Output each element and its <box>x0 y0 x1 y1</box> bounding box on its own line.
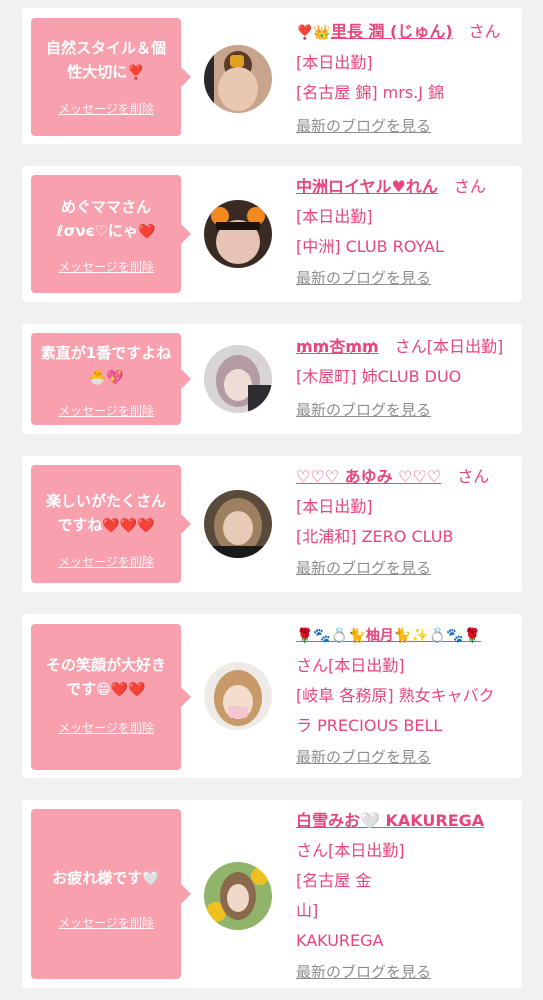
latest-blog-link[interactable]: 最新のブログを見る <box>296 958 512 986</box>
shop-text: [名古屋 金山] KAKUREGA <box>296 871 384 950</box>
avatar[interactable] <box>204 490 272 558</box>
avatar[interactable] <box>204 200 272 268</box>
latest-blog-link[interactable]: 最新のブログを見る <box>296 112 512 140</box>
message-text: お疲れ様です <box>52 869 143 887</box>
san-suffix: さん <box>453 177 486 196</box>
message-bubble: 楽しいがたくさんですね❤️❤️❤️ メッセージを削除 <box>31 465 191 583</box>
message-bubble: その笑顔が大好きです😁❤️❤️ メッセージを削除 <box>31 624 191 770</box>
profile-name-link[interactable]: ₥₥杏₥₥ <box>296 337 379 356</box>
latest-blog-link[interactable]: 最新のブログを見る <box>296 264 512 292</box>
message-card: 素直が1番ですよね 🐣💖 メッセージを削除 ₥₥杏₥₥ さん[本日出勤] [木屋町… <box>22 324 522 434</box>
status-text: [本日出勤] <box>296 53 373 72</box>
san-suffix: さん <box>296 841 329 860</box>
profile-info: ₥₥杏₥₥ さん[本日出勤] [木屋町] 姉CLUB DUO 最新のブログを見る <box>296 332 512 424</box>
status-text: [本日出勤] <box>328 656 405 675</box>
message-card: その笑顔が大好きです😁❤️❤️ メッセージを削除 🌹🐾💍🐈柚月🐈✨💍🐾🌹 さん[… <box>22 614 522 778</box>
delete-message-link[interactable]: メッセージを削除 <box>58 916 154 930</box>
delete-message-link[interactable]: メッセージを削除 <box>58 555 154 569</box>
message-card: 楽しいがたくさんですね❤️❤️❤️ メッセージを削除 ♡♡♡ あゆみ ♡♡♡ さ… <box>22 456 522 592</box>
profile-name-link[interactable]: ♡♡♡ あゆみ ♡♡♡ <box>296 467 441 486</box>
profile-info: ♡♡♡ あゆみ ♡♡♡ さん [本日出勤] [北浦和] ZERO CLUB 最新の… <box>296 462 512 582</box>
message-emoji: 🐣💖 <box>88 370 124 386</box>
san-suffix: さん <box>394 337 427 356</box>
san-suffix: さん <box>468 22 501 41</box>
profile-name-link[interactable]: 里長 潤 (じゅん) <box>331 22 453 41</box>
profile-info: 🌹🐾💍🐈柚月🐈✨💍🐾🌹 さん[本日出勤] [岐阜 各務原] 熟女キャバクラ PR… <box>296 620 512 771</box>
message-emoji: 🤍 <box>142 871 160 887</box>
status-text: [本日出勤] <box>426 337 504 356</box>
shop-text: [中洲] CLUB ROYAL <box>296 237 444 256</box>
profile-name-link[interactable]: 白雪みお🤍 KAKUREGA <box>296 811 484 830</box>
delete-message-link[interactable]: メッセージを削除 <box>58 260 154 274</box>
status-text: [本日出勤] <box>296 497 373 516</box>
message-emoji: 😁❤️❤️ <box>96 682 146 698</box>
delete-message-link[interactable]: メッセージを削除 <box>58 721 154 735</box>
shop-text: [岐阜 各務原] 熟女キャバクラ PRECIOUS BELL <box>296 686 495 735</box>
shop-text: [北浦和] ZERO CLUB <box>296 527 454 546</box>
profile-info: 白雪みお🤍 KAKUREGA さん[本日出勤] [名古屋 金山] KAKUREG… <box>296 806 512 986</box>
avatar[interactable] <box>204 45 272 113</box>
message-emoji: ❤️ <box>137 224 156 240</box>
profile-info: 中洲ロイヤル♥れん さん [本日出勤] [中洲] CLUB ROYAL 最新のブロ… <box>296 172 512 292</box>
san-suffix: さん <box>296 656 329 675</box>
latest-blog-link[interactable]: 最新のブログを見る <box>296 743 512 771</box>
message-text: 素直が1番ですよね <box>40 344 172 362</box>
message-bubble: お疲れ様です🤍 メッセージを削除 <box>31 809 191 979</box>
message-list: 自然スタイル＆個性大切に❣️ メッセージを削除 ❣️👑里長 潤 (じゅん) さん… <box>0 0 543 1000</box>
san-suffix: さん <box>457 467 490 486</box>
delete-message-link[interactable]: メッセージを削除 <box>58 404 154 418</box>
latest-blog-link[interactable]: 最新のブログを見る <box>296 554 512 582</box>
message-card: お疲れ様です🤍 メッセージを削除 白雪みお🤍 KAKUREGA さん[本日出勤]… <box>22 800 522 988</box>
message-card: めぐママさん ℓσνє♡にゃ❤️ メッセージを削除 中洲ロイヤル♥れん さん [本… <box>22 166 522 302</box>
message-text: めぐママさん ℓσνє♡にゃ <box>56 198 151 240</box>
message-emoji: ❣️ <box>127 65 145 81</box>
shop-text: [木屋町] 姉CLUB DUO <box>296 367 462 386</box>
delete-message-link[interactable]: メッセージを削除 <box>58 102 154 116</box>
message-bubble: 素直が1番ですよね 🐣💖 メッセージを削除 <box>31 333 191 425</box>
message-bubble: 自然スタイル＆個性大切に❣️ メッセージを削除 <box>31 18 191 136</box>
avatar[interactable] <box>204 662 272 730</box>
avatar[interactable] <box>204 345 272 413</box>
message-card: 自然スタイル＆個性大切に❣️ メッセージを削除 ❣️👑里長 潤 (じゅん) さん… <box>22 8 522 144</box>
profile-info: ❣️👑里長 潤 (じゅん) さん [本日出勤] [名古屋 錦] mrs.J 錦 最… <box>296 17 512 140</box>
message-bubble: めぐママさん ℓσνє♡にゃ❤️ メッセージを削除 <box>31 175 191 293</box>
profile-name-link[interactable]: 中洲ロイヤル♥れん <box>296 177 438 196</box>
status-text: [本日出勤] <box>296 207 373 226</box>
avatar[interactable] <box>204 862 272 930</box>
latest-blog-link[interactable]: 最新のブログを見る <box>296 396 512 424</box>
crown-icon: ❣️👑 <box>296 25 331 41</box>
message-text: 自然スタイル＆個性大切に <box>45 39 166 81</box>
status-text: [本日出勤] <box>328 841 405 860</box>
shop-text: [名古屋 錦] mrs.J 錦 <box>296 83 445 102</box>
profile-name-link[interactable]: 🌹🐾💍🐈柚月🐈✨💍🐾🌹 <box>296 628 481 644</box>
message-emoji: ❤️❤️❤️ <box>102 518 155 534</box>
